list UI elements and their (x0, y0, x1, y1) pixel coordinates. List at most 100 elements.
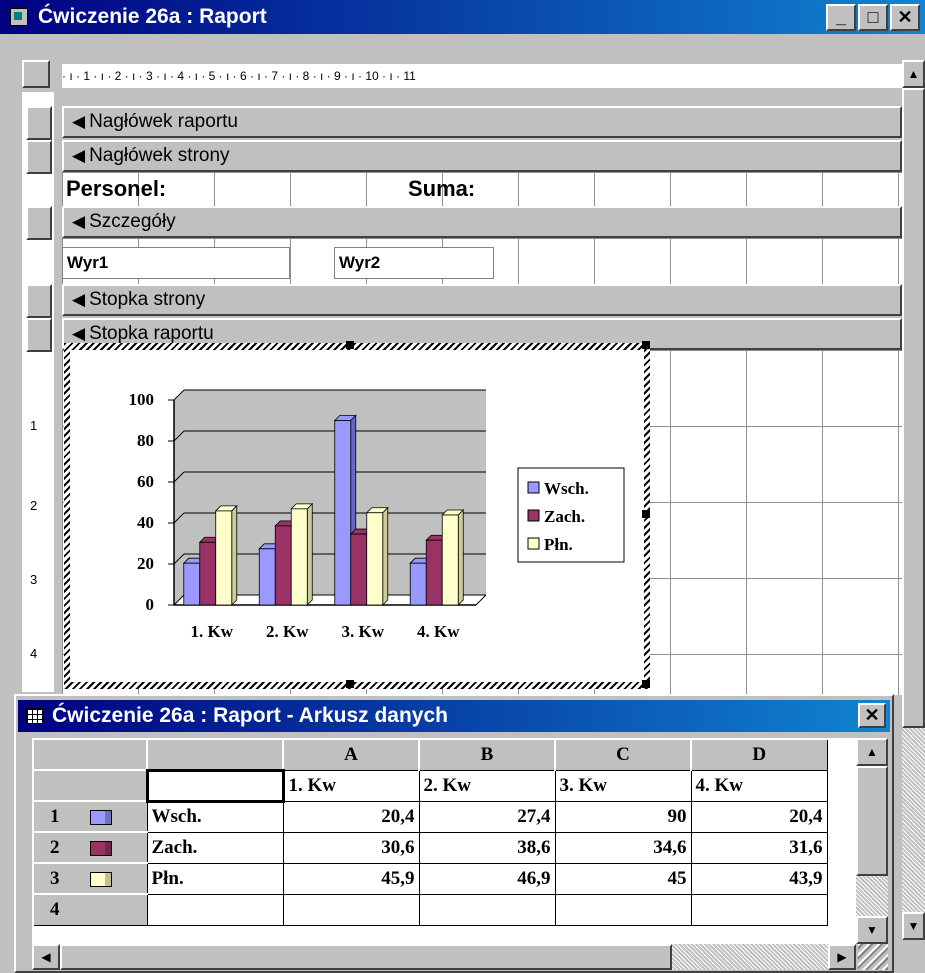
value-cell[interactable]: 45 (554, 862, 692, 895)
datasheet-row[interactable]: 3 Płn. 45,9 46,9 45 43,9 (32, 862, 828, 895)
series-label-cell[interactable]: Wsch. (146, 800, 284, 833)
vertical-ruler (22, 92, 54, 692)
value-cell[interactable] (282, 893, 420, 926)
resize-handle[interactable] (346, 341, 354, 349)
label-suma[interactable]: Suma: (408, 176, 475, 202)
value-cell[interactable]: 31,6 (690, 831, 828, 864)
floor-edge (475, 594, 487, 606)
row-header-blank[interactable] (32, 769, 148, 802)
main-vertical-scrollbar[interactable]: ▲ ▼ (902, 60, 925, 940)
datasheet-horizontal-scrollbar[interactable]: ◀ ▶ (32, 944, 856, 970)
scroll-thumb[interactable] (856, 766, 888, 876)
scroll-thumb[interactable] (902, 88, 925, 728)
selected-cell[interactable] (145, 768, 285, 803)
value-cell[interactable]: 90 (554, 800, 692, 833)
datasheet-title-bar[interactable]: Ćwiczenie 26a : Raport - Arkusz danych (18, 700, 890, 732)
value-cell[interactable]: 20,4 (282, 800, 420, 833)
datasheet-close-button[interactable]: ✕ (858, 703, 886, 728)
section-report-header[interactable]: ◀ Nagłówek raportu (62, 106, 902, 138)
bar-side (457, 509, 464, 606)
x-tick-label: 3. Kw (342, 622, 385, 641)
label-personel[interactable]: Personel: (66, 176, 166, 202)
field-expr2[interactable]: Wyr2 (334, 247, 494, 279)
series-label-cell[interactable]: Zach. (146, 831, 284, 864)
row-header[interactable]: 3 (32, 862, 148, 895)
section-arrow-icon: ◀ (72, 146, 86, 165)
value-cell[interactable] (418, 893, 556, 926)
report-selector[interactable] (22, 60, 50, 88)
section-page-header[interactable]: ◀ Nagłówek strony (62, 140, 902, 172)
y-tick-label: 60 (137, 472, 154, 491)
resize-handle[interactable] (642, 510, 650, 518)
series-label-cell[interactable]: Płn. (146, 862, 284, 895)
value-cell[interactable]: 38,6 (418, 831, 556, 864)
column-header[interactable]: A (282, 738, 420, 771)
section-label: Szczegóły (89, 211, 176, 232)
section-selector-report-footer[interactable] (26, 318, 52, 352)
resize-handle[interactable] (642, 341, 650, 349)
form-icon[interactable] (10, 8, 28, 26)
datasheet-grid-area[interactable]: A B C D 1. Kw 2. Kw 3. Kw 4. Kw 1 Wsch. 20… (32, 738, 864, 944)
column-header[interactable]: B (418, 738, 556, 771)
scroll-up-icon[interactable]: ▲ (856, 738, 888, 766)
resize-handle[interactable] (642, 680, 650, 688)
section-selector-report-header[interactable] (26, 106, 52, 140)
value-cell[interactable]: 34,6 (554, 831, 692, 864)
horizontal-ruler[interactable]: · ı · 1 · ı · 2 · ı · 3 · ı · 4 · ı · 5 … (62, 64, 902, 88)
value-cell[interactable]: 20,4 (690, 800, 828, 833)
value-cell[interactable] (554, 893, 692, 926)
field-expr1[interactable]: Wyr1 (62, 247, 290, 279)
scroll-thumb[interactable] (60, 944, 672, 970)
y-tick-label: 20 (137, 554, 154, 573)
section-label: Stopka strony (89, 289, 206, 310)
section-page-footer[interactable]: ◀ Stopka strony (62, 284, 902, 316)
close-button[interactable]: ✕ (890, 4, 920, 31)
bar (183, 562, 201, 606)
datasheet-vertical-scrollbar[interactable]: ▲ ▼ (856, 738, 888, 944)
datasheet-row[interactable]: 2 Zach. 30,6 38,6 34,6 31,6 (32, 831, 828, 864)
value-cell[interactable]: 45,9 (282, 862, 420, 895)
datasheet-row[interactable]: 4 (32, 893, 828, 926)
section-selector-page-header[interactable] (26, 140, 52, 174)
window-title-bar[interactable]: Ćwiczenie 26a : Raport (0, 0, 925, 34)
x-tick-label: 2. Kw (266, 622, 309, 641)
column-header[interactable]: D (690, 738, 828, 771)
value-cell[interactable]: 27,4 (418, 800, 556, 833)
row-header[interactable]: 4 (32, 893, 148, 926)
value-cell[interactable]: 46,9 (418, 862, 556, 895)
column-header[interactable]: C (554, 738, 692, 771)
datasheet-row[interactable]: 1 Wsch. 20,4 27,4 90 20,4 (32, 800, 828, 833)
bar-side (382, 506, 389, 606)
scroll-right-icon[interactable]: ▶ (828, 944, 856, 970)
scroll-down-icon[interactable]: ▼ (902, 912, 925, 940)
category-cell[interactable]: 3. Kw (554, 769, 692, 802)
row-header[interactable]: 2 (32, 831, 148, 864)
row-header[interactable]: 1 (32, 800, 148, 833)
category-cell[interactable]: 4. Kw (690, 769, 828, 802)
bar (199, 541, 217, 606)
series-label-cell[interactable] (146, 893, 284, 926)
x-tick-label: 1. Kw (191, 622, 234, 641)
size-grip[interactable] (858, 944, 888, 970)
scroll-left-icon[interactable]: ◀ (32, 944, 60, 970)
value-cell[interactable]: 30,6 (282, 831, 420, 864)
maximize-button[interactable]: □ (858, 4, 888, 31)
y-tick-label: 80 (137, 431, 154, 450)
category-cell[interactable]: 1. Kw (282, 769, 420, 802)
section-selector-details[interactable] (26, 206, 52, 240)
page-header-area[interactable] (62, 172, 902, 206)
resize-handle[interactable] (346, 680, 354, 688)
section-selector-page-footer[interactable] (26, 284, 52, 318)
corner-cell[interactable] (32, 738, 148, 771)
vruler-digit: 2 (30, 498, 38, 513)
value-cell[interactable] (690, 893, 828, 926)
minimize-button[interactable]: _ (826, 4, 856, 31)
chart-object[interactable]: 100 80 60 40 20 0 1. Kw 2. Kw 3. Kw 4. Kw Wsch. Zac… (70, 350, 644, 682)
datasheet-table[interactable]: A B C D 1. Kw 2. Kw 3. Kw 4. Kw 1 Wsch. 20… (32, 738, 828, 926)
category-cell[interactable]: 2. Kw (418, 769, 556, 802)
column-header-blank[interactable] (146, 738, 284, 771)
section-details[interactable]: ◀ Szczegóły (62, 206, 902, 238)
scroll-up-icon[interactable]: ▲ (902, 60, 925, 88)
scroll-down-icon[interactable]: ▼ (856, 916, 888, 944)
value-cell[interactable]: 43,9 (690, 862, 828, 895)
